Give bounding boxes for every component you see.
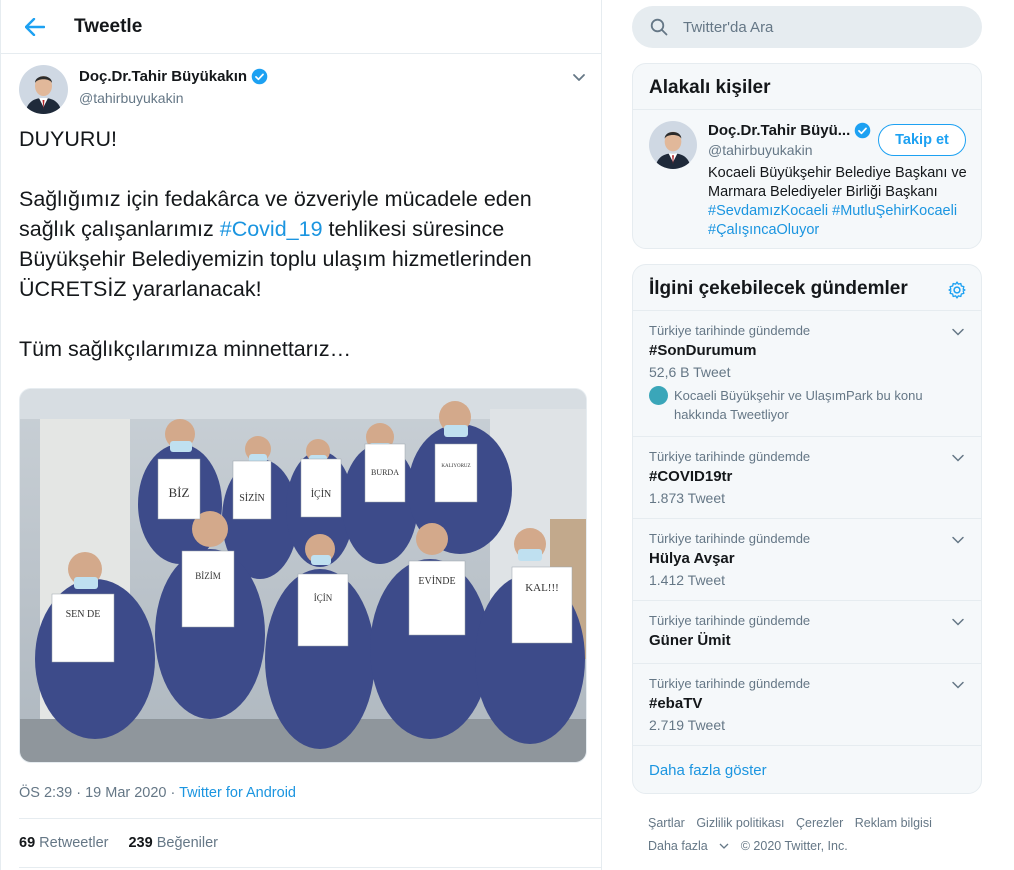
sign-text: SEN DE (66, 609, 101, 620)
sign-text: SİZİN (239, 492, 265, 504)
tweet-paragraph: Tüm sağlıkçılarımıza minnettarız… (19, 337, 352, 361)
divider (19, 867, 601, 868)
show-more-link[interactable]: Daha fazla göster (633, 746, 981, 793)
footer-link[interactable]: Şartlar (648, 816, 685, 830)
footer-link[interactable]: Reklam bilgisi (855, 816, 932, 830)
sign-text: BİZ (169, 485, 190, 500)
sign-text: İÇİN (314, 593, 333, 603)
sign-text: İÇİN (311, 488, 332, 500)
footer-link[interactable]: Gizlilik politikası (696, 816, 784, 830)
trend-item[interactable]: Türkiye tarihinde gündemde #ebaTV 2.719 … (633, 664, 981, 746)
retweets-stat[interactable]: 69 Retweetler (19, 835, 108, 851)
tweet-text: DUYURU! Sağlığımız için fedakârca ve özv… (19, 124, 589, 364)
chevron-down-icon[interactable] (951, 325, 965, 339)
author-avatar[interactable] (19, 65, 68, 114)
author-name[interactable]: Doç.Dr.Tahir Büyükakın (79, 68, 268, 85)
footer-links: Şartlar Gizlilik politikası Çerezler Rek… (648, 812, 968, 858)
trend-item[interactable]: Türkiye tarihinde gündemde Hülya Avşar 1… (633, 519, 981, 601)
chevron-down-icon[interactable] (570, 68, 588, 86)
relevant-people-card: Alakalı kişiler Doç.Dr.Tahir Büyü... @ta… (632, 63, 982, 249)
tweet-stats: 69 Retweetler 239 Beğeniler (19, 835, 218, 851)
hashtag-link[interactable]: #SevdamızKocaeli (708, 203, 828, 219)
footer-more-link[interactable]: Daha fazla (648, 839, 729, 853)
search-input[interactable] (683, 18, 963, 36)
copyright-text: © 2020 Twitter, Inc. (740, 839, 848, 853)
search-bar[interactable] (632, 6, 982, 48)
chevron-down-icon[interactable] (951, 533, 965, 547)
sign-text: EVİNDE (418, 575, 455, 587)
person-bio: Kocaeli Büyükşehir Belediye Başkanı ve M… (708, 165, 967, 238)
tweet-source-link[interactable]: Twitter for Android (179, 785, 296, 801)
account-avatar (649, 386, 668, 405)
person-handle[interactable]: @tahirbuyukakin (708, 142, 813, 158)
hashtag-link[interactable]: #MutluŞehirKocaeli (832, 203, 957, 219)
chevron-down-icon[interactable] (951, 678, 965, 692)
follow-button[interactable]: Takip et (878, 124, 966, 156)
verified-badge-icon (251, 68, 268, 85)
chevron-down-icon[interactable] (951, 615, 965, 629)
card-title: Alakalı kişiler (633, 64, 981, 110)
verified-badge-icon (854, 122, 871, 139)
tweet-paragraph: Sağlığımız için fedakârca ve özveriyle m… (19, 187, 532, 301)
trend-item[interactable]: Türkiye tarihinde gündemde #SonDurumum 5… (633, 311, 981, 437)
sign-text: KALIYORUZ (441, 464, 470, 469)
trend-promoted-context: Kocaeli Büyükşehir ve UlaşımPark bu konu… (649, 386, 965, 424)
trends-card: İlgini çekebilecek gündemler Türkiye tar… (632, 264, 982, 794)
person-name[interactable]: Doç.Dr.Tahir Büyü... (708, 122, 871, 139)
tweet-line: DUYURU! (19, 127, 117, 151)
tweet-photo[interactable]: BİZ SİZİN İÇİN BURDA KALIYORUZ SEN DE Bİ… (19, 388, 587, 763)
card-title: İlgini çekebilecek gündemler (633, 265, 981, 311)
back-arrow-icon (25, 17, 45, 36)
trend-item[interactable]: Türkiye tarihinde gündemde #COVID19tr 1.… (633, 437, 981, 519)
person-avatar[interactable] (649, 121, 697, 169)
back-button[interactable] (18, 10, 52, 44)
gear-icon[interactable] (947, 280, 967, 300)
sign-text: BİZİM (195, 571, 221, 581)
author-handle[interactable]: @tahirbuyukakin (79, 90, 184, 106)
relevant-person[interactable]: Doç.Dr.Tahir Büyü... @tahirbuyukakin Tak… (633, 110, 981, 248)
sign-text: BURDA (371, 468, 399, 477)
sign-text: KAL!!! (525, 582, 559, 594)
search-icon (650, 18, 668, 36)
hashtag-link[interactable]: #ÇalışıncaOluyor (708, 222, 819, 238)
chevron-down-icon[interactable] (951, 451, 965, 465)
footer-link[interactable]: Çerezler (796, 816, 843, 830)
chevron-down-icon (719, 843, 729, 849)
likes-stat[interactable]: 239 Beğeniler (128, 835, 218, 851)
page-title: Tweetle (74, 15, 143, 37)
hashtag-link[interactable]: #Covid_19 (220, 217, 323, 241)
main-column: Tweetle Doç.Dr.Tahir Büyükakın @tahirbuy… (0, 0, 602, 870)
divider (19, 818, 601, 819)
tweet-timestamp: ÖS 2:39 · 19 Mar 2020 · Twitter for Andr… (19, 785, 296, 801)
trend-item[interactable]: Türkiye tarihinde gündemde Güner Ümit (633, 601, 981, 664)
page-header: Tweetle (1, 0, 601, 54)
